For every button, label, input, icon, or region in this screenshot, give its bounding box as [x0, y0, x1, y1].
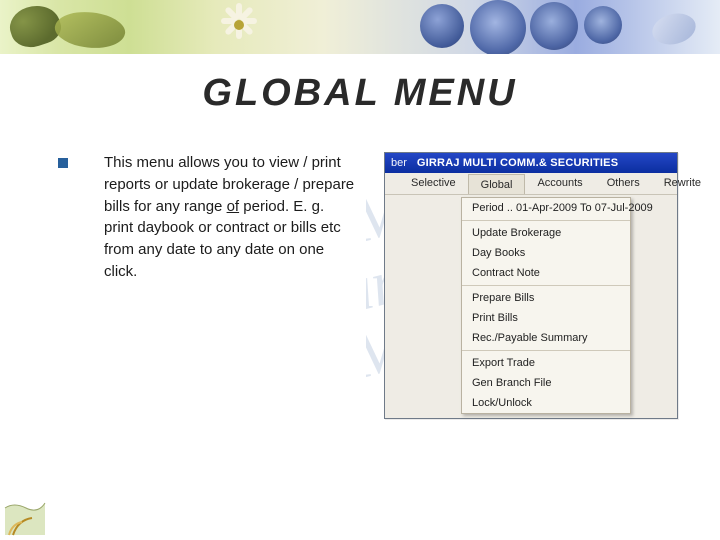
menu-rewrite[interactable]: Rewrite: [652, 173, 713, 194]
window-titlebar: ber GIRRAJ MULTI COMM.& SECURITIES: [385, 153, 677, 173]
page-curl-icon: [4, 494, 46, 536]
dropdown-day-books[interactable]: Day Books: [462, 243, 630, 263]
dropdown-prepare-bills[interactable]: Prepare Bills: [462, 288, 630, 308]
menu-selective[interactable]: Selective: [399, 173, 468, 194]
titlebar-left: ber: [391, 157, 407, 169]
bullet-icon: [58, 152, 76, 419]
global-dropdown: Period .. 01-Apr-2009 To 07-Jul-2009 Upd…: [461, 197, 631, 414]
bullet-text: This menu allows you to view / print rep…: [104, 152, 356, 419]
slide-title: GLOBAL MENU: [0, 72, 720, 115]
dropdown-update-brokerage[interactable]: Update Brokerage: [462, 223, 630, 243]
titlebar-appname: GIRRAJ MULTI COMM.& SECURITIES: [417, 157, 618, 169]
menu-global[interactable]: Global: [468, 174, 526, 194]
menu-accounts[interactable]: Accounts: [525, 173, 594, 194]
dropdown-rec-payable[interactable]: Rec./Payable Summary: [462, 328, 630, 348]
decorative-banner: [0, 0, 720, 54]
dropdown-lock-unlock[interactable]: Lock/Unlock: [462, 393, 630, 413]
dropdown-print-bills[interactable]: Print Bills: [462, 308, 630, 328]
menubar: Selective Global Accounts Others Rewrite: [385, 173, 677, 195]
menu-others[interactable]: Others: [595, 173, 652, 194]
app-screenshot: ber GIRRAJ MULTI COMM.& SECURITIES Selec…: [384, 152, 678, 419]
dropdown-period[interactable]: Period .. 01-Apr-2009 To 07-Jul-2009: [462, 198, 630, 218]
dropdown-contract-note[interactable]: Contract Note: [462, 263, 630, 283]
dropdown-export-trade[interactable]: Export Trade: [462, 353, 630, 373]
dropdown-gen-branch-file[interactable]: Gen Branch File: [462, 373, 630, 393]
